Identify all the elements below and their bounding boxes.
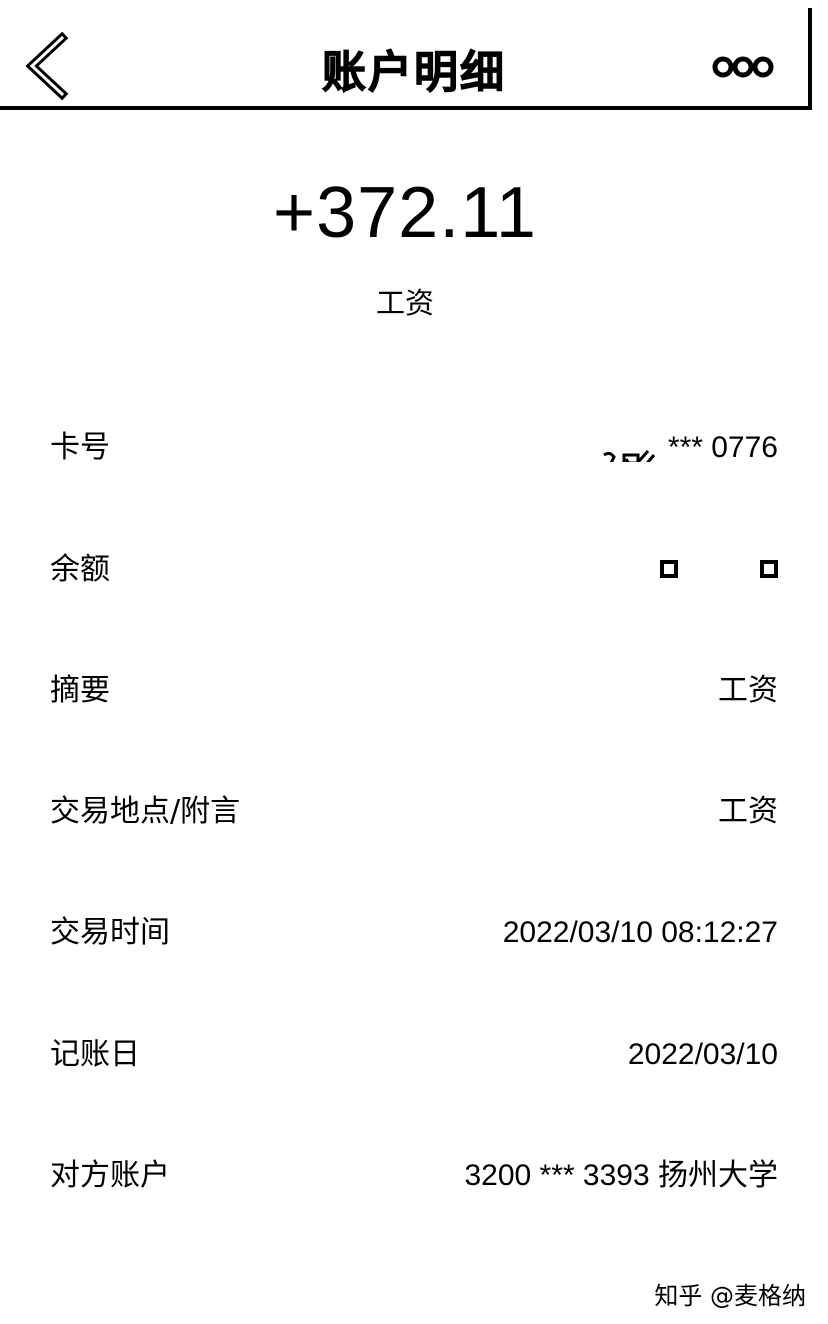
card-number-masked-prefix [590, 436, 662, 463]
detail-row-summary: 摘要 工资 [50, 661, 778, 721]
detail-row-balance: 余额 [50, 540, 778, 600]
balance-label: 余额 [50, 552, 110, 587]
nav-edge [808, 8, 812, 110]
location-note-value: 工资 [718, 794, 778, 829]
balance-hidden-icon [660, 560, 678, 578]
counterparty-label: 对方账户 [50, 1158, 170, 1193]
detail-row-time: 交易时间 2022/03/10 08:12:27 [50, 903, 778, 963]
time-label: 交易时间 [50, 915, 170, 950]
counterparty-value: 3200 *** 3393 扬州大学 [464, 1159, 778, 1192]
nav-bar: 账户明细 [0, 0, 828, 112]
balance-hidden-icon [760, 560, 778, 578]
page-title: 账户明细 [322, 47, 506, 99]
nav-divider [0, 106, 812, 110]
detail-row-location-note: 交易地点/附言 工资 [50, 782, 778, 842]
posting-date-value: 2022/03/10 [627, 1038, 778, 1071]
time-value: 2022/03/10 08:12:27 [502, 916, 778, 949]
posting-date-label: 记账日 [50, 1037, 140, 1072]
summary-label: 摘要 [50, 673, 110, 708]
more-button[interactable] [712, 54, 774, 80]
detail-row-counterparty: 对方账户 3200 *** 3393 扬州大学 [50, 1146, 778, 1206]
transaction-description: 工资 [375, 286, 434, 320]
transaction-amount: +372.11 [273, 173, 537, 253]
card-number-value: *** 0776 [590, 418, 778, 478]
detail-row-card-number: 卡号 *** 0776 [50, 418, 778, 478]
card-number-text: *** 0776 [667, 431, 778, 464]
more-dots-icon [712, 56, 774, 78]
detail-row-posting-date: 记账日 2022/03/10 [50, 1025, 778, 1085]
summary-value: 工资 [718, 673, 778, 708]
watermark: 知乎 @麦格纳 [654, 1282, 806, 1310]
location-note-label: 交易地点/附言 [50, 794, 241, 829]
card-number-label: 卡号 [50, 430, 110, 465]
